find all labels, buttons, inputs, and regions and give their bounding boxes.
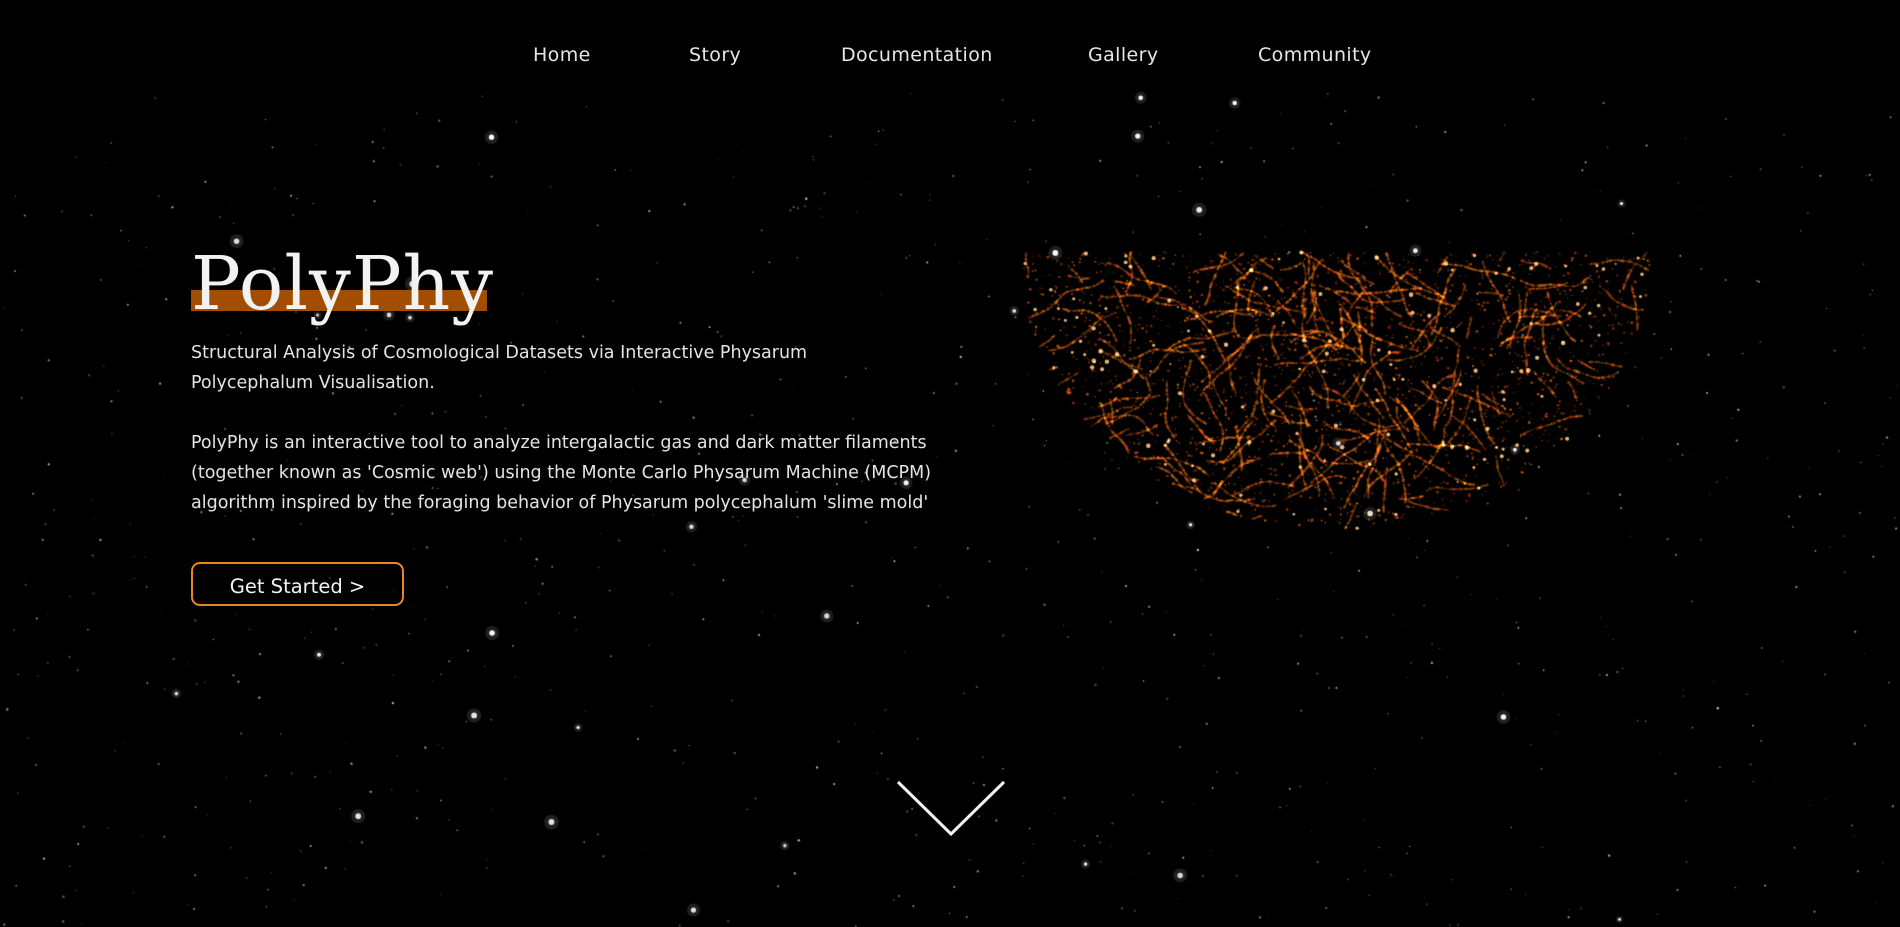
scroll-down-button[interactable] bbox=[896, 778, 1006, 838]
nav-link-community[interactable]: Community bbox=[1258, 44, 1372, 66]
page-title: PolyPhy bbox=[191, 241, 495, 327]
cosmic-web-visualization bbox=[1015, 232, 1655, 592]
hero-description: PolyPhy is an interactive tool to analyz… bbox=[191, 433, 932, 513]
nav-link-gallery[interactable]: Gallery bbox=[1088, 44, 1158, 66]
nav-link-home[interactable]: Home bbox=[533, 44, 591, 66]
top-navigation: Home Story Documentation Gallery Communi… bbox=[0, 0, 1900, 110]
nav-link-story[interactable]: Story bbox=[689, 44, 741, 66]
nav-link-documentation[interactable]: Documentation bbox=[841, 44, 993, 66]
get-started-button[interactable]: Get Started > bbox=[191, 562, 404, 606]
title-wrapper: PolyPhy bbox=[191, 240, 494, 328]
hero-section: PolyPhy Structural Analysis of Cosmologi… bbox=[191, 240, 971, 606]
chevron-down-icon bbox=[896, 780, 1006, 837]
hero-subtitle: Structural Analysis of Cosmological Data… bbox=[191, 343, 808, 393]
